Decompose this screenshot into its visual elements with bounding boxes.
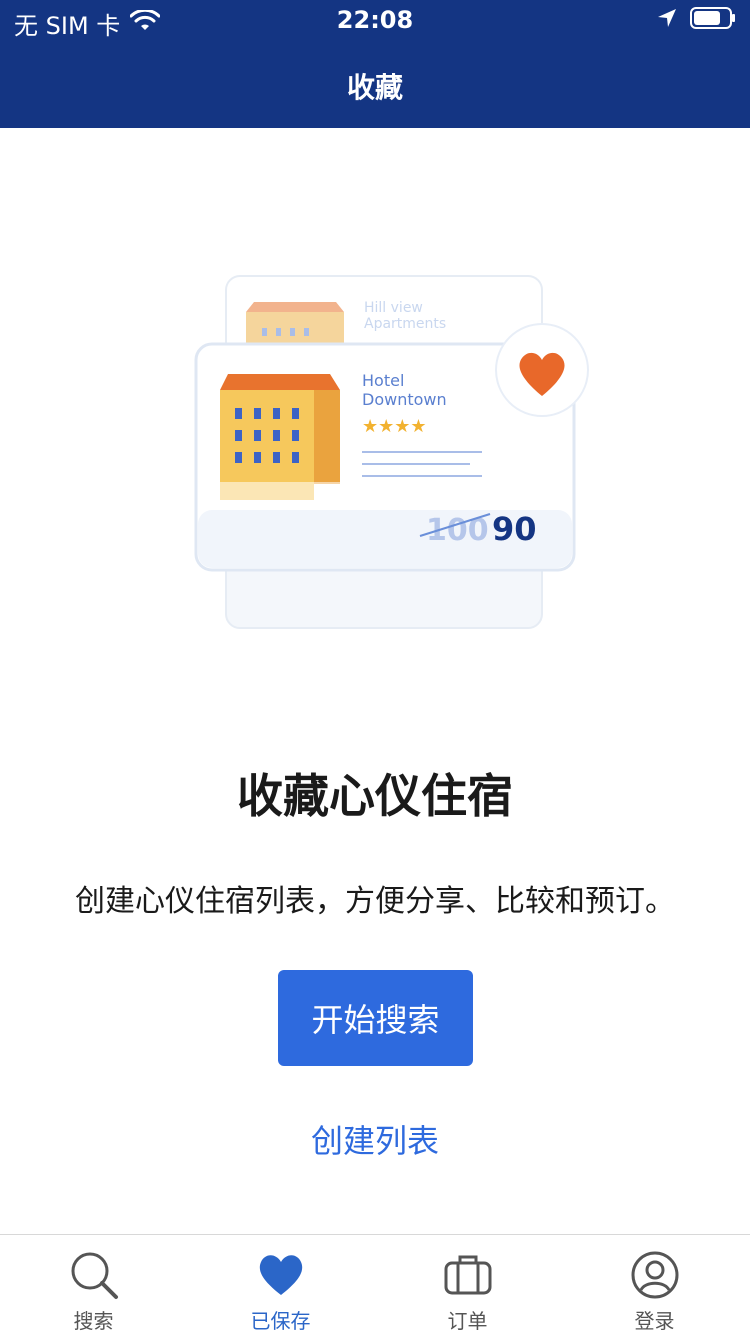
new-price: 90 — [492, 510, 537, 548]
empty-state-headline: 收藏心仪住宿 — [237, 769, 513, 823]
empty-state-subtitle: 创建心仪住宿列表，方便分享、比较和预订。 — [75, 884, 675, 919]
suitcase-icon — [444, 1255, 491, 1295]
page-title: 收藏 — [346, 71, 403, 104]
tab-label: 搜索 — [73, 1309, 114, 1333]
status-time: 22:08 — [336, 6, 414, 34]
account-icon — [631, 1251, 678, 1299]
status-right — [656, 6, 736, 36]
battery-icon — [690, 6, 736, 36]
tab-label: 已保存 — [250, 1309, 311, 1333]
svg-text:★★★★: ★★★★ — [362, 416, 427, 437]
status-bar: 无 SIM 卡 22:08 — [0, 0, 750, 40]
heart-icon — [259, 1255, 302, 1295]
back-card-title-2: Apartments — [364, 316, 446, 332]
search-icon — [71, 1252, 118, 1299]
tab-search[interactable]: 搜索 — [0, 1235, 187, 1335]
tab-label: 订单 — [447, 1309, 488, 1333]
top-bar: 无 SIM 卡 22:08 收藏 — [0, 0, 750, 128]
tab-login[interactable]: 登录 — [561, 1235, 748, 1335]
tab-bookings[interactable]: 订单 — [374, 1235, 561, 1335]
start-search-button[interactable]: 开始搜索 — [278, 970, 473, 1066]
back-card-title-1: Hill view — [364, 300, 423, 316]
saved-hotels-illustration: Hill view Apartments Hotel Downtown ★★★★… — [190, 270, 590, 640]
tab-saved[interactable]: 已保存 — [187, 1235, 374, 1335]
front-card-title-2: Downtown — [362, 390, 447, 409]
tab-label: 登录 — [634, 1309, 675, 1333]
create-list-link[interactable]: 创建列表 — [0, 1116, 750, 1162]
front-card-title-1: Hotel — [362, 371, 404, 390]
tab-bar: 搜索 已保存 订单 登录 — [0, 1234, 750, 1334]
location-arrow-icon — [656, 7, 678, 35]
